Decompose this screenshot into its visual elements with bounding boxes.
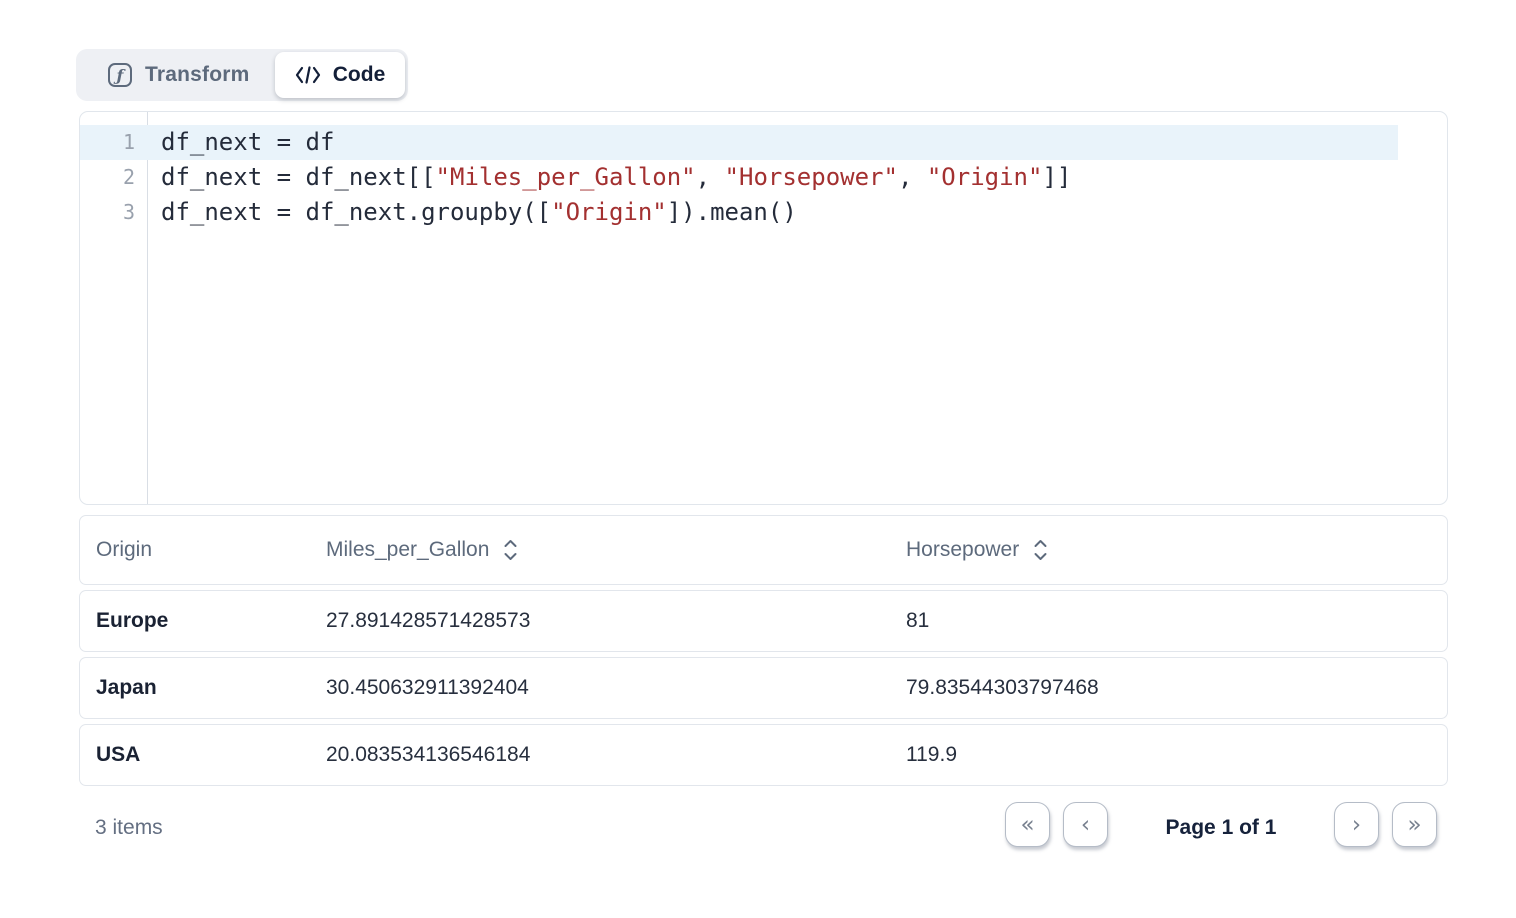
tab-transform[interactable]: ƒ Transform: [76, 49, 274, 101]
column-header-horsepower[interactable]: Horsepower: [906, 538, 1447, 562]
code-editor[interactable]: 1 df_next = df 2 df_next = df_next[["Mil…: [79, 111, 1448, 505]
table-row: USA 20.083534136546184 119.9: [79, 724, 1448, 786]
tab-code-label: Code: [333, 63, 386, 87]
line-number: 2: [80, 160, 147, 195]
previous-page-button[interactable]: ‹: [1063, 802, 1108, 847]
double-chevron-right-icon: »: [1407, 812, 1421, 838]
next-page-button[interactable]: ›: [1334, 802, 1379, 847]
items-count: 3 items: [95, 816, 163, 840]
cell-origin: USA: [80, 743, 326, 767]
code-icon: [295, 66, 321, 84]
chevron-left-icon: ‹: [1081, 812, 1090, 838]
table-row: Europe 27.891428571428573 81: [79, 590, 1448, 652]
function-icon: ƒ: [108, 63, 132, 87]
code-line-2: 2 df_next = df_next[["Miles_per_Gallon",…: [80, 160, 1447, 195]
tab-transform-label: Transform: [145, 63, 250, 87]
line-number: 1: [80, 125, 147, 160]
sort-icon[interactable]: [503, 539, 518, 561]
cell-horsepower: 81: [906, 609, 1447, 633]
double-chevron-left-icon: «: [1020, 812, 1034, 838]
page: ƒ Transform Code 1 df_next = df 2 df_nex…: [0, 0, 1516, 918]
cell-horsepower: 119.9: [906, 743, 1447, 767]
cell-miles-per-gallon: 30.450632911392404: [326, 676, 906, 700]
last-page-button[interactable]: »: [1392, 802, 1437, 847]
tab-code[interactable]: Code: [275, 52, 405, 98]
chevron-right-icon: ›: [1352, 812, 1361, 838]
column-header-miles-per-gallon[interactable]: Miles_per_Gallon: [326, 538, 906, 562]
table-row: Japan 30.450632911392404 79.835443037974…: [79, 657, 1448, 719]
page-indicator: Page 1 of 1: [1121, 816, 1321, 840]
column-header-label: Horsepower: [906, 538, 1019, 562]
code-line-text: df_next = df: [147, 125, 334, 160]
cell-miles-per-gallon: 27.891428571428573: [326, 609, 906, 633]
cell-miles-per-gallon: 20.083534136546184: [326, 743, 906, 767]
view-tabs: ƒ Transform Code: [76, 49, 408, 101]
table-header-row: Origin Miles_per_Gallon Horsepower: [79, 515, 1448, 585]
code-line-1: 1 df_next = df: [80, 125, 1447, 160]
result-table: Origin Miles_per_Gallon Horsepower: [79, 515, 1448, 786]
cell-horsepower: 79.83544303797468: [906, 676, 1447, 700]
column-header-label: Miles_per_Gallon: [326, 538, 489, 562]
cell-origin: Europe: [80, 609, 326, 633]
code-line-text: df_next = df_next[["Miles_per_Gallon", "…: [147, 160, 1071, 195]
first-page-button[interactable]: «: [1005, 802, 1050, 847]
line-number: 3: [80, 195, 147, 230]
code-line-text: df_next = df_next.groupby(["Origin"]).me…: [147, 195, 797, 230]
cell-origin: Japan: [80, 676, 326, 700]
sort-icon[interactable]: [1033, 539, 1048, 561]
code-line-3: 3 df_next = df_next.groupby(["Origin"]).…: [80, 195, 1447, 230]
column-header-origin: Origin: [80, 538, 326, 562]
